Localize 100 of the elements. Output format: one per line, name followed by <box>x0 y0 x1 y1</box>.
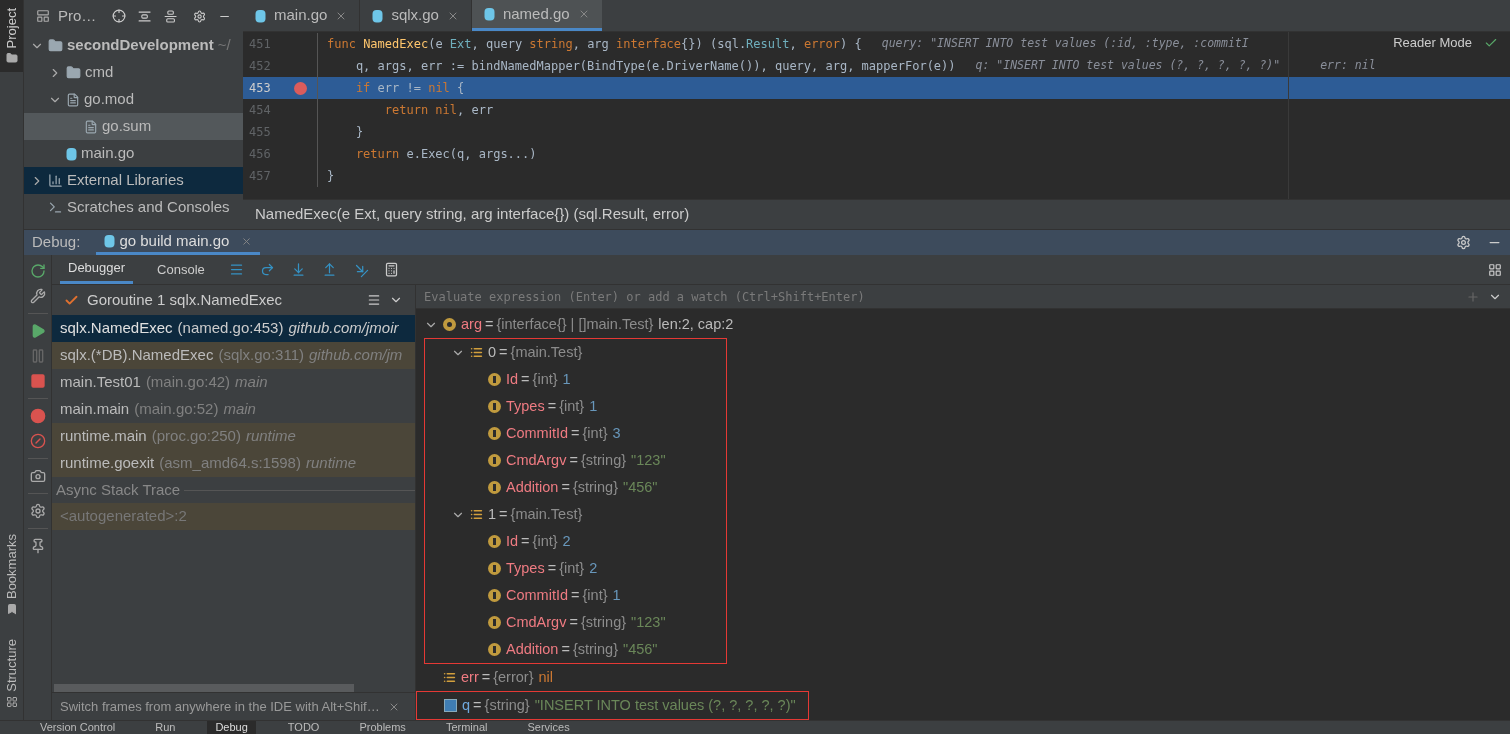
tool-window-tab[interactable]: Debug <box>207 721 256 734</box>
side-tab[interactable]: Project <box>0 0 23 73</box>
goroutine-selector[interactable]: Goroutine 1 sqlx.NamedExec <box>87 288 283 312</box>
variable-row[interactable]: Types = {int} 2 <box>425 555 726 582</box>
variable-value: 2 <box>589 558 598 578</box>
session-tab[interactable]: go build main.go <box>96 230 261 255</box>
stack-frame[interactable]: runtime.main (proc.go:250) runtime <box>52 423 415 450</box>
settings-icon[interactable] <box>29 503 46 519</box>
editor-tab[interactable]: main.go <box>243 0 361 31</box>
evaluate-input[interactable]: Evaluate expression (Enter) or add a watch (Ctrl+Shift+Enter) <box>424 287 1458 306</box>
equals-sign: = <box>547 396 557 416</box>
view-tab[interactable]: Debugger <box>60 255 134 284</box>
layout-icon[interactable] <box>228 262 244 277</box>
variable-row[interactable]: 1 = {main.Test} <box>425 501 726 528</box>
variable-row[interactable]: Types = {int} 1 <box>425 393 726 420</box>
breakpoints-icon[interactable] <box>29 408 46 424</box>
variable-value: nil <box>538 667 554 687</box>
side-tab[interactable]: Bookmarks <box>1 534 22 616</box>
scrollbar[interactable] <box>54 684 354 692</box>
variable-type: {string} <box>580 450 627 470</box>
tree-item[interactable]: cmd <box>24 59 243 86</box>
locate-icon[interactable] <box>112 8 127 24</box>
collapse-all-icon[interactable] <box>163 8 177 24</box>
panel-title: Pro… <box>58 5 97 26</box>
tool-window-tab[interactable]: Problems <box>351 721 414 734</box>
camera-icon[interactable] <box>29 468 46 484</box>
wrench-icon[interactable] <box>29 288 46 304</box>
expand-all-icon[interactable] <box>138 8 152 24</box>
variable-row[interactable]: Addition = {string} "456" <box>425 474 726 501</box>
variable-name: CmdArgv <box>506 612 567 632</box>
variable-value: 1 <box>612 585 621 605</box>
settings-icon[interactable] <box>1456 235 1471 250</box>
evaluate-field[interactable]: Evaluate expression (Enter) or add a watch (Ctrl+Shift+Enter) <box>416 285 1510 309</box>
tree-item[interactable]: main.go <box>24 140 243 167</box>
stack-frame[interactable]: runtime.goexit (asm_amd64.s:1598) runtime <box>52 450 415 477</box>
editor-tab[interactable]: sqlx.go <box>360 0 472 31</box>
inline-value-hint: q: "INSERT INTO test values (?, ?, ?, ?, ?)" <box>975 57 1281 75</box>
variable-type: {int} <box>582 423 608 443</box>
variable-row[interactable]: CmdArgv = {string} "123" <box>425 447 726 474</box>
field-icon <box>488 454 501 467</box>
variable-value: "456" <box>623 639 658 659</box>
variable-row[interactable]: CmdArgv = {string} "123" <box>425 609 726 636</box>
tree-item[interactable]: External Libraries <box>24 167 243 194</box>
stop-icon[interactable] <box>29 373 46 389</box>
view-tab[interactable]: Console <box>149 255 213 284</box>
list-icon <box>443 671 456 684</box>
step-over-icon[interactable] <box>259 262 275 277</box>
variable-type: {int} <box>559 396 585 416</box>
variable-row[interactable]: err = {error} nil <box>416 664 1510 691</box>
variable-row[interactable]: Addition = {string} "456" <box>425 636 726 663</box>
close-icon[interactable] <box>241 235 253 247</box>
variable-row[interactable]: Id = {int} 2 <box>425 528 726 555</box>
tool-window-tab[interactable]: Run <box>147 721 184 734</box>
stack-frame[interactable]: main.main (main.go:52) main <box>52 396 415 423</box>
variable-row[interactable]: Id = {int} 1 <box>425 366 726 393</box>
side-tab[interactable]: Structure <box>1 639 22 708</box>
path-hint: ~/ <box>217 35 231 56</box>
tool-window-tab[interactable]: Services <box>519 721 578 734</box>
editor-tab[interactable]: named.go <box>471 0 602 31</box>
list-icon[interactable] <box>367 293 381 307</box>
folder-icon <box>5 52 18 65</box>
tree-item[interactable]: go.mod <box>24 86 243 113</box>
variable-name: Addition <box>506 639 559 659</box>
evaluate-icon[interactable] <box>383 262 399 277</box>
folder-icon <box>48 38 63 53</box>
stack-frame[interactable]: sqlx.(*DB).NamedExec (sqlx.go:311) github.com/jm <box>52 342 415 369</box>
tool-window-tab[interactable]: Version Control <box>32 721 124 734</box>
layout-settings-icon[interactable] <box>1488 262 1502 277</box>
stack-frame[interactable]: sqlx.NamedExec (named.go:453) github.com/jmoir <box>52 315 415 342</box>
tree-item[interactable]: Scratches and Consoles <box>24 194 243 221</box>
variable-name: q <box>462 695 471 715</box>
variable-type: {string} <box>580 612 627 632</box>
mute-breakpoints-icon[interactable] <box>29 433 46 449</box>
equals-sign: = <box>571 585 580 605</box>
variable-row[interactable]: q = {string} "INSERT INTO test values (?, ?, ?, ?, ?)" <box>416 691 809 720</box>
tool-window-tab[interactable]: Terminal <box>437 721 496 734</box>
list-icon <box>470 508 483 521</box>
tree-item[interactable]: secondDevelopment ~/ <box>24 32 243 59</box>
reader-mode-button[interactable]: Reader Mode <box>1393 33 1472 53</box>
equals-sign: = <box>481 667 491 687</box>
field-icon <box>488 589 501 602</box>
variable-row[interactable]: 0 = {main.Test} <box>425 339 726 366</box>
library-icon <box>48 173 63 188</box>
tool-window-tab[interactable]: TODO <box>279 721 328 734</box>
field-icon <box>488 373 501 386</box>
settings-icon[interactable] <box>192 8 206 24</box>
variable-value: len:2, cap:2 <box>658 314 734 334</box>
line-number: 451 <box>248 36 272 53</box>
code-text: } <box>354 124 364 141</box>
tree-item[interactable]: go.sum <box>24 113 243 140</box>
variable-row[interactable]: arg = {interface{} | []main.Test} len:2, cap:2 <box>416 311 1510 338</box>
rerun-icon[interactable] <box>29 263 46 279</box>
folder-icon <box>66 65 81 80</box>
tree-label: go.mod <box>84 89 135 110</box>
variable-row[interactable]: CommitId = {int} 1 <box>425 582 726 609</box>
tree-label: External Libraries <box>67 170 184 191</box>
scratch-icon <box>48 200 63 215</box>
breadcrumb: NamedExec(e Ext, query string, arg interface{}) (sql.Result, error) <box>255 204 690 225</box>
variable-row[interactable]: CommitId = {int} 3 <box>425 420 726 447</box>
stack-frame[interactable]: main.Test01 (main.go:42) main <box>52 369 415 396</box>
